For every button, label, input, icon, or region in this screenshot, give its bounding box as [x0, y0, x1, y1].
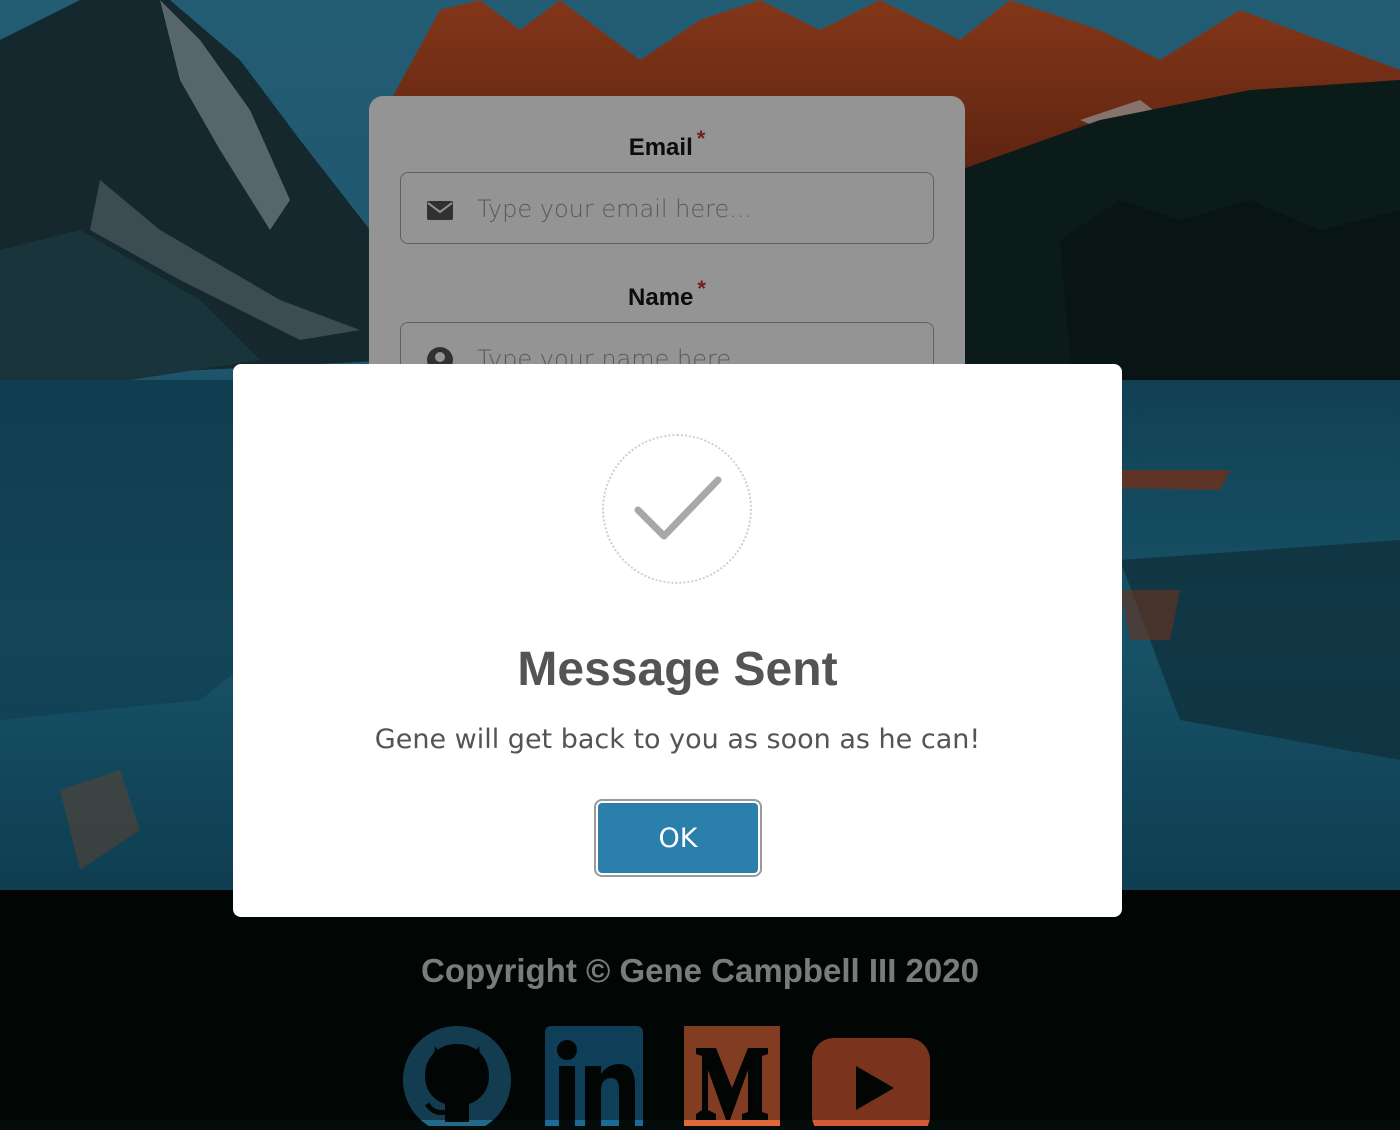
success-modal: Message Sent Gene will get back to you a… [233, 364, 1122, 917]
checkmark-icon [602, 434, 752, 584]
modal-title: Message Sent [517, 643, 838, 696]
ok-button[interactable]: OK [596, 801, 760, 875]
modal-message: Gene will get back to you as soon as he … [374, 724, 981, 755]
